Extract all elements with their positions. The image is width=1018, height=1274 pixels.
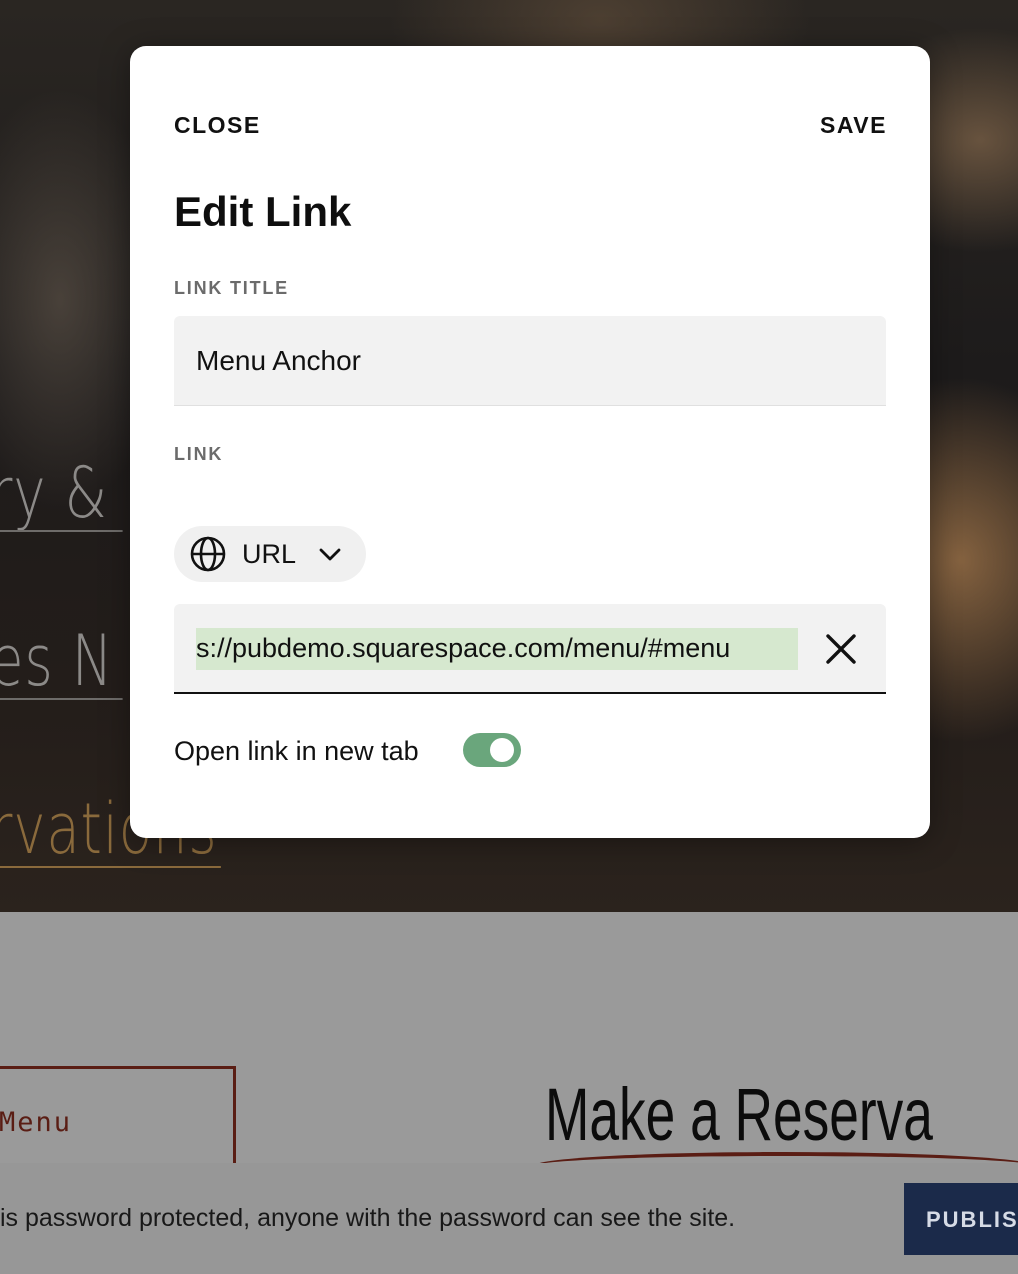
close-button[interactable]: CLOSE (174, 112, 261, 139)
link-type-dropdown[interactable]: URL (174, 526, 366, 582)
url-field[interactable]: s://pubdemo.squarespace.com/menu/#menu (174, 604, 886, 694)
hero-nav-link-1[interactable]: ry & A (0, 452, 123, 532)
password-notice-text: is password protected, anyone with the p… (0, 1204, 736, 1232)
link-title-label: LINK TITLE (174, 278, 289, 298)
hero-nav-link-2[interactable]: es N (0, 620, 123, 700)
new-tab-label: Open link in new tab (174, 736, 419, 766)
chevron-down-icon (319, 548, 341, 561)
url-input[interactable]: s://pubdemo.squarespace.com/menu/#menu (196, 628, 798, 670)
clear-icon[interactable] (820, 628, 862, 670)
edit-link-dialog (130, 46, 930, 838)
toggle-knob (490, 738, 514, 762)
reservation-heading: Make a Reserva (545, 1073, 933, 1156)
new-tab-toggle[interactable] (463, 733, 521, 767)
save-button[interactable]: SAVE (820, 112, 887, 139)
link-title-input[interactable] (174, 316, 886, 406)
link-label: LINK (174, 444, 224, 464)
dialog-title: Edit Link (174, 188, 352, 235)
link-type-label: URL (242, 539, 297, 569)
publish-button[interactable]: PUBLIS (904, 1183, 1018, 1255)
globe-icon (190, 536, 226, 572)
